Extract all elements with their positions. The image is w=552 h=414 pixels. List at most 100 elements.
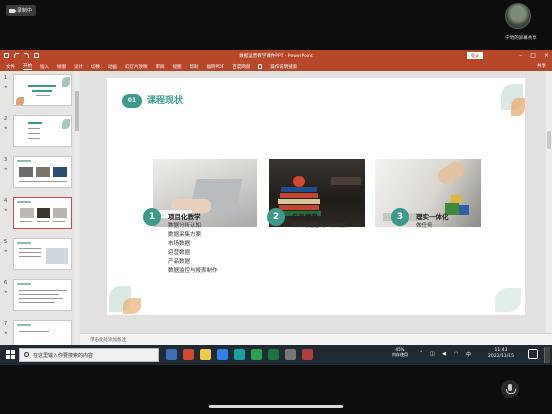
star-icon: ★ [4, 248, 8, 253]
thumbnail-number: 6 [4, 280, 8, 286]
scrollbar-thumb[interactable] [75, 91, 79, 131]
thumbnail-1[interactable]: 1 ★ [0, 73, 80, 107]
tab-help[interactable]: 帮助 [190, 64, 199, 70]
ribbon-tabs: 文件 开始 插入 绘图 设计 切换 动画 幻灯片放映 审阅 视图 帮助 福昕PD… [0, 62, 552, 71]
screen: 录制中 宁地的屏幕共享 数据运营教学课件PPT - PowerPoint 登录 … [0, 0, 552, 414]
thumbnail-6[interactable]: 6 ★ [0, 278, 80, 312]
leaf-decoration [123, 298, 141, 314]
memory-usage[interactable]: 45% 内存使用 [392, 347, 408, 357]
star-icon: ★ [4, 125, 8, 130]
show-desktop-button[interactable] [544, 347, 550, 363]
thumbnail-5[interactable]: 5 ★ [0, 237, 80, 271]
microphone-icon[interactable] [501, 380, 519, 398]
system-clock[interactable]: 11:43 2022/11/15 [488, 348, 514, 360]
thumbnail-2[interactable]: 2 ★ [0, 114, 80, 148]
lightbulb-icon [258, 64, 263, 69]
thumbnail-number: 4 [4, 198, 8, 204]
chevron-up-icon[interactable]: ˄ [420, 351, 423, 357]
input-method-icon[interactable]: 中 [466, 351, 471, 358]
star-icon: ★ [4, 84, 8, 89]
slide-editor: 01 课程现状 1 项目化教学 数据分析认知 数据采集方案 市场数据 运营数据 … [80, 71, 552, 333]
item-number-circle: 3 [391, 208, 409, 226]
search-icon [24, 352, 29, 357]
excel-app-icon[interactable] [268, 349, 279, 360]
thumbnail-preview [13, 279, 72, 311]
recording-label: 录制中 [17, 8, 33, 14]
app-icon[interactable] [302, 349, 313, 360]
close-button[interactable]: × [544, 52, 549, 59]
thumbnail-number: 2 [4, 116, 8, 122]
wifi-icon[interactable]: ◠ [454, 351, 458, 357]
leaf-decoration [511, 98, 525, 116]
window-controls: – □ × [519, 52, 549, 59]
tell-me-search[interactable]: 操作说明搜索 [270, 64, 297, 70]
item-line: 市场数据 [168, 241, 191, 247]
star-icon: ★ [4, 289, 8, 294]
star-icon: ★ [4, 330, 8, 335]
avatar[interactable] [505, 3, 531, 29]
tab-design[interactable]: 设计 [74, 64, 83, 70]
task-view-icon[interactable] [166, 349, 177, 360]
item-line: 运营数据 [168, 250, 191, 256]
thumbnail-4[interactable]: 4 ★ [0, 196, 80, 230]
slide-scrollbar[interactable] [546, 71, 552, 333]
share-button[interactable]: 共享 [537, 63, 546, 69]
tab-insert[interactable]: 插入 [40, 64, 49, 70]
thumbnail-number: 3 [4, 157, 8, 163]
title-bar: 数据运营教学课件PPT - PowerPoint 登录 – □ × [0, 50, 552, 62]
powerpoint-app-icon[interactable] [183, 349, 194, 360]
item-number-circle: 1 [143, 208, 161, 226]
item-line: 做任务 [416, 223, 433, 229]
tab-slideshow[interactable]: 幻灯片放映 [125, 64, 148, 70]
tab-transitions[interactable]: 切换 [91, 64, 100, 70]
camera-icon [9, 8, 17, 13]
item-title: 理实一体化 [416, 213, 449, 221]
tab-view[interactable]: 视图 [173, 64, 182, 70]
thumbnail-number: 1 [4, 75, 8, 81]
item-number-circle: 2 [267, 208, 285, 226]
wechat-icon[interactable] [251, 349, 262, 360]
tab-home[interactable]: 开始 [23, 63, 32, 70]
current-slide[interactable]: 01 课程现状 1 项目化教学 数据分析认知 数据采集方案 市场数据 运营数据 … [107, 78, 525, 315]
tab-draw[interactable]: 绘图 [57, 64, 66, 70]
tab-baidu-netdisk[interactable]: 百度网盘 [232, 64, 250, 70]
thumbnail-number: 7 [4, 321, 8, 327]
search-placeholder: 在这里输入你要搜索的内容 [33, 353, 94, 359]
powerpoint-window: 数据运营教学课件PPT - PowerPoint 登录 – □ × 文件 开始 … [0, 50, 552, 365]
tab-foxit-pdf[interactable]: 福昕PDF [207, 64, 225, 70]
home-indicator[interactable] [209, 405, 343, 408]
network-icon[interactable]: ◫ [430, 351, 435, 357]
sharer-name: 宁地的屏幕共享 [505, 36, 537, 41]
notification-icon[interactable] [528, 349, 538, 359]
edge-browser-icon[interactable] [234, 349, 245, 360]
thumbnail-scrollbar[interactable] [75, 71, 79, 357]
windows-start-icon[interactable] [6, 350, 15, 359]
item-line: 数据采集方案 [168, 232, 202, 238]
taskbar-search-input[interactable]: 在这里输入你要搜索的内容 [19, 348, 159, 362]
file-explorer-icon[interactable] [200, 349, 211, 360]
thumbnail-preview [13, 238, 72, 270]
leaf-decoration [495, 288, 521, 312]
star-icon: ★ [4, 207, 8, 212]
recording-indicator[interactable]: 录制中 [6, 5, 36, 16]
minimize-button[interactable]: – [519, 52, 522, 59]
item-line: 数据分析认知 [168, 223, 202, 229]
memory-label: 内存使用 [392, 352, 408, 357]
thumbnail-preview [13, 197, 72, 229]
app-icon[interactable] [285, 349, 296, 360]
thumbnail-preview [13, 115, 72, 147]
item-line: 数据监控与报表制作 [168, 268, 218, 274]
thumbnail-3[interactable]: 3 ★ [0, 155, 80, 189]
tab-review[interactable]: 审阅 [156, 64, 165, 70]
thumbnail-preview [13, 156, 72, 188]
windows-taskbar: 在这里输入你要搜索的内容 45% 内存使用 ˄ ◫ ◀ ◠ 中 11:43 20… [0, 345, 552, 365]
volume-icon[interactable]: ◀ [442, 351, 446, 357]
tencent-meeting-icon[interactable] [217, 349, 228, 360]
login-button[interactable]: 登录 [467, 52, 483, 59]
maximize-button[interactable]: □ [530, 52, 536, 59]
clock-date: 2022/11/15 [488, 354, 514, 359]
tab-animations[interactable]: 动画 [108, 64, 117, 70]
tab-file[interactable]: 文件 [6, 64, 15, 70]
scrollbar-thumb[interactable] [547, 131, 551, 149]
star-icon: ★ [4, 166, 8, 171]
